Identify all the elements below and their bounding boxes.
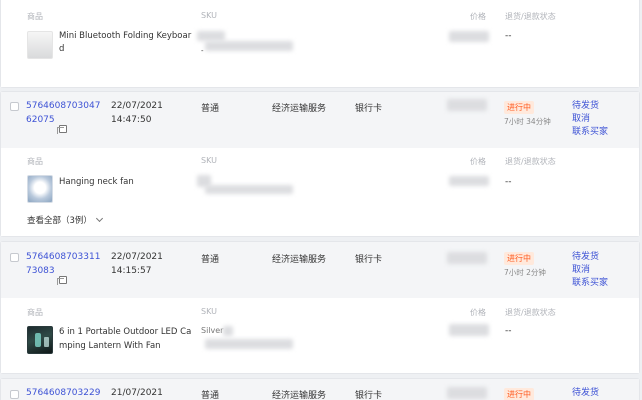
- order-checkbox[interactable]: [10, 390, 19, 399]
- status-badge: 进行中: [504, 101, 534, 114]
- product-name-line2[interactable]: d: [59, 44, 64, 54]
- order-item-row: 商品 SKU 价格 退货/退款状态 6 in 1 Portable Outdoo…: [1, 298, 639, 373]
- refund-status-value: --: [505, 326, 512, 336]
- order-card: 5764608703229 21/07/2021 普通 经济运输服务 银行卡 进…: [0, 378, 640, 400]
- order-header-row: 5764608703311 73083 22/07/2021 14:15:57 …: [1, 242, 639, 298]
- order-id-line2[interactable]: 73083: [26, 266, 55, 276]
- order-item-row: 商品 SKU 价格 退货/退款状态 Hanging neck fan -- 查看…: [1, 148, 639, 236]
- show-all-link[interactable]: 查看全部（3例）: [27, 214, 103, 226]
- amount-redacted: [447, 252, 487, 264]
- countdown-timer: 7小时 2分钟: [504, 268, 546, 277]
- ship-button[interactable]: 待发货: [572, 251, 599, 264]
- order-id-line1[interactable]: 5764608703047: [26, 101, 100, 111]
- order-date: 22/07/2021: [111, 252, 163, 262]
- product-column-label: 商品: [27, 12, 43, 21]
- order-checkbox[interactable]: [10, 102, 19, 111]
- shipping-service: 经济运输服务: [272, 255, 327, 265]
- price-redacted: [449, 324, 489, 336]
- order-type: 普通: [201, 391, 220, 400]
- refund-status-column-label: 退货/退款状态: [505, 308, 556, 317]
- price-column-label: 价格: [470, 157, 486, 166]
- refund-status-column-label: 退货/退款状态: [505, 12, 556, 21]
- sku-partial: -: [201, 47, 204, 55]
- order-type: 普通: [201, 104, 220, 114]
- order-time: 14:47:50: [111, 115, 152, 125]
- refund-status-column-label: 退货/退款状态: [505, 157, 556, 166]
- order-card: 商品 SKU 价格 退货/退款状态 Mini Bluetooth Folding…: [0, 0, 640, 88]
- product-name-line2[interactable]: mping Lantern With Fan: [59, 341, 161, 351]
- product-thumbnail[interactable]: [27, 31, 53, 59]
- order-date: 22/07/2021: [111, 101, 163, 111]
- copy-icon[interactable]: [57, 276, 67, 285]
- sku-column-label: SKU: [201, 307, 217, 316]
- countdown-timer: 7小时 34分钟: [504, 117, 551, 126]
- contact-buyer-button[interactable]: 联系买家: [572, 126, 608, 139]
- order-type: 普通: [201, 255, 220, 265]
- product-name[interactable]: Hanging neck fan: [59, 177, 134, 187]
- product-name-line1[interactable]: 6 in 1 Portable Outdoor LED Ca: [59, 327, 191, 337]
- product-thumbnail[interactable]: [27, 175, 53, 203]
- sku-redacted: [205, 339, 293, 349]
- sku-column-label: SKU: [201, 156, 217, 165]
- price-redacted: [449, 31, 489, 42]
- ship-button[interactable]: 待发货: [572, 100, 599, 113]
- shipping-service: 经济运输服务: [272, 391, 327, 400]
- sku-partial: Silver: [201, 326, 224, 335]
- order-header-row: 5764608703047 62075 22/07/2021 14:47:50 …: [1, 92, 639, 148]
- payment-method: 银行卡: [355, 391, 383, 400]
- shipping-service: 经济运输服务: [272, 104, 327, 114]
- order-card: 5764608703047 62075 22/07/2021 14:47:50 …: [0, 91, 640, 237]
- order-header-row: 5764608703229 21/07/2021 普通 经济运输服务 银行卡 进…: [1, 379, 639, 400]
- order-date: 21/07/2021: [111, 388, 163, 398]
- product-thumbnail[interactable]: [27, 326, 53, 354]
- cancel-button[interactable]: 取消: [572, 264, 590, 277]
- status-badge: 进行中: [504, 252, 534, 265]
- status-badge: 进行中: [504, 388, 534, 400]
- contact-buyer-button[interactable]: 联系买家: [572, 277, 608, 290]
- show-all-label: 查看全部（3例）: [27, 216, 92, 226]
- order-id-line1[interactable]: 5764608703229: [26, 388, 100, 398]
- copy-icon[interactable]: [57, 125, 67, 134]
- sku-redacted: [197, 31, 225, 41]
- sku-column-label: SKU: [201, 11, 217, 20]
- refund-status-value: --: [505, 31, 512, 41]
- payment-method: 银行卡: [355, 255, 383, 265]
- payment-method: 银行卡: [355, 104, 383, 114]
- price-column-label: 价格: [470, 308, 486, 317]
- ship-button[interactable]: 待发货: [572, 387, 599, 400]
- amount-redacted: [447, 99, 487, 111]
- order-item-row: 商品 SKU 价格 退货/退款状态 Mini Bluetooth Folding…: [1, 1, 639, 87]
- price-redacted: [449, 176, 489, 186]
- product-column-label: 商品: [27, 308, 43, 317]
- price-column-label: 价格: [470, 12, 486, 21]
- sku-redacted: [205, 41, 293, 51]
- cancel-button[interactable]: 取消: [572, 113, 590, 126]
- sku-redacted: [223, 326, 233, 336]
- order-id-line2[interactable]: 62075: [26, 115, 55, 125]
- sku-redacted: [205, 185, 293, 194]
- product-name-line1[interactable]: Mini Bluetooth Folding Keyboar: [59, 31, 191, 41]
- order-time: 14:15:57: [111, 266, 152, 276]
- order-id-line1[interactable]: 5764608703311: [26, 252, 100, 262]
- refund-status-value: --: [505, 177, 512, 187]
- amount-redacted: [447, 387, 487, 399]
- order-checkbox[interactable]: [10, 253, 19, 262]
- product-column-label: 商品: [27, 157, 43, 166]
- order-card: 5764608703311 73083 22/07/2021 14:15:57 …: [0, 241, 640, 374]
- chevron-down-icon: [95, 214, 103, 223]
